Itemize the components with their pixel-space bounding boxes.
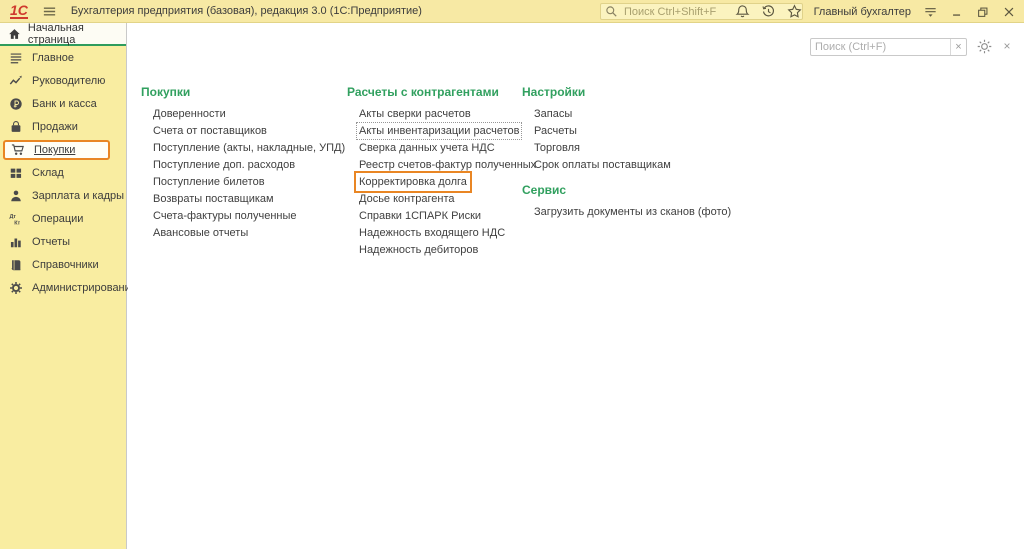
titlebar-right-group: Главный бухгалтер — [734, 0, 1017, 23]
menu-item-nadezhnost-vhodyashchego-nds[interactable]: Надежность входящего НДС — [359, 227, 505, 239]
app-title: Бухгалтерия предприятия (базовая), редак… — [71, 5, 422, 17]
sidebar-item-label: Отчеты — [32, 236, 70, 248]
sidebar-item-bank-i-kassa[interactable]: Банк и касса — [0, 92, 126, 115]
menu-item-akty-sverki-raschetov[interactable]: Акты сверки расчетов — [359, 108, 471, 120]
bell-icon — [735, 4, 750, 19]
sidebar-item-sklad[interactable]: Склад — [0, 161, 126, 184]
sidebar-item-prodazhi[interactable]: Продажи — [0, 115, 126, 138]
sidebar-item-label: Начальная страница — [28, 22, 126, 46]
section-header-pokupki[interactable]: Покупки — [141, 85, 345, 99]
section-raschety-s-kontragentami: Расчеты с контрагентами Акты сверки расч… — [347, 85, 536, 261]
search-icon — [605, 5, 618, 18]
sidebar-nav-list: Главное Руководителю Банк и касса Продаж… — [0, 46, 126, 299]
menu-item-zagruzit-dokumenty-iz-skanov[interactable]: Загрузить документы из сканов (фото) — [534, 206, 731, 218]
section-header-servis[interactable]: Сервис — [522, 183, 731, 197]
sidebar-item-rukovoditelyu[interactable]: Руководителю — [0, 69, 126, 92]
menu-item-postuplenie-akty-nakladnye[interactable]: Поступление (акты, накладные, УПД) — [153, 142, 345, 154]
menu-item-scheta-ot-postavshchikov[interactable]: Счета от поставщиков — [153, 125, 267, 137]
sidebar-item-label: Банк и касса — [32, 98, 97, 110]
sidebar-item-label: Операции — [32, 213, 83, 225]
close-icon — [1002, 5, 1016, 19]
menu-item-raschety[interactable]: Расчеты — [534, 125, 577, 137]
sidebar-item-label: Зарплата и кадры — [32, 190, 124, 202]
titlebar: 1С Бухгалтерия предприятия (базовая), ре… — [0, 0, 1024, 23]
star-icon — [787, 4, 802, 19]
dt-kt-icon: ДтКт — [8, 211, 24, 227]
sidebar-item-administrirovanie[interactable]: Администрирование — [0, 276, 126, 299]
close-button[interactable] — [1000, 3, 1017, 20]
menu-item-akty-inventarizacii-raschetov[interactable]: Акты инвентаризации расчетов — [359, 125, 519, 137]
menu-item-reestr-schetov-faktur[interactable]: Реестр счетов-фактур полученных — [359, 159, 536, 171]
minimize-icon — [950, 5, 964, 19]
functions-menu-button[interactable] — [922, 3, 939, 20]
panel-settings-button[interactable] — [976, 38, 994, 56]
menu-item-sverka-dannyh-ucheta-nds[interactable]: Сверка данных учета НДС — [359, 142, 495, 154]
hamburger-icon — [42, 4, 57, 19]
menu-item-scheta-faktury-poluchennye[interactable]: Счета-фактуры полученные — [153, 210, 297, 222]
menu-item-zapasy[interactable]: Запасы — [534, 108, 572, 120]
home-icon — [8, 27, 21, 41]
menu-item-nadezhnost-debitorov[interactable]: Надежность дебиторов — [359, 244, 478, 256]
sidebar-item-pokupki[interactable]: Покупки — [3, 140, 110, 160]
sidebar-item-spravochniki[interactable]: Справочники — [0, 253, 126, 276]
menu-item-torgovlya[interactable]: Торговля — [534, 142, 580, 154]
sidebar-item-otchety[interactable]: Отчеты — [0, 230, 126, 253]
main-menu-button[interactable] — [42, 3, 58, 19]
main-panel: × × Покупки Доверенности Счета от постав… — [128, 23, 1024, 549]
panel-search-box[interactable]: × — [810, 38, 967, 56]
history-icon — [761, 4, 776, 19]
menu-item-postuplenie-dop-rashodov[interactable]: Поступление доп. расходов — [153, 159, 295, 171]
sidebar-item-glavnoe[interactable]: Главное — [0, 46, 126, 69]
menu-item-korrektirovka-dolga[interactable]: Корректировка долга — [359, 176, 467, 188]
sidebar-item-label: Продажи — [32, 121, 78, 133]
sidebar-item-label: Склад — [32, 167, 64, 179]
menu-item-avansovye-otchety[interactable]: Авансовые отчеты — [153, 227, 248, 239]
sidebar-item-label: Покупки — [34, 144, 75, 156]
gear-outline-icon — [976, 38, 993, 55]
sidebar-item-label: Главное — [32, 52, 74, 64]
panel-close-icon[interactable]: × — [1000, 39, 1014, 53]
section-pokupki: Покупки Доверенности Счета от поставщико… — [141, 85, 345, 244]
sidebar-item-label: Администрирование — [32, 282, 137, 294]
menu-item-postuplenie-biletov[interactable]: Поступление билетов — [153, 176, 265, 188]
svg-text:Кт: Кт — [14, 220, 20, 225]
minimize-button[interactable] — [948, 3, 965, 20]
sidebar-item-home[interactable]: Начальная страница — [0, 23, 126, 46]
person-icon — [8, 188, 24, 204]
menu-item-srok-oplaty-postavshchikam[interactable]: Срок оплаты поставщикам — [534, 159, 671, 171]
section-header-nastroyki[interactable]: Настройки — [522, 85, 731, 99]
book-icon — [8, 257, 24, 273]
sidebar-item-label: Справочники — [32, 259, 99, 271]
1c-logo: 1С — [10, 4, 28, 19]
restore-button[interactable] — [974, 3, 991, 20]
notifications-button[interactable] — [734, 3, 751, 20]
cart-icon — [10, 142, 26, 158]
favorites-button[interactable] — [786, 3, 803, 20]
restore-icon — [976, 5, 990, 19]
user-role-label[interactable]: Главный бухгалтер — [814, 6, 911, 18]
menu-item-doverennosti[interactable]: Доверенности — [153, 108, 226, 120]
sidebar-item-operacii[interactable]: ДтКт Операции — [0, 207, 126, 230]
menu-lines-icon — [8, 50, 24, 66]
menu-item-dosje-kontragenta[interactable]: Досье контрагента — [359, 193, 455, 205]
section-nastroyki-servis: Настройки Запасы Расчеты Торговля Срок о… — [522, 85, 731, 223]
clear-search-icon[interactable]: × — [950, 39, 966, 55]
section-header-raschety[interactable]: Расчеты с контрагентами — [347, 85, 536, 99]
svg-text:Дт: Дт — [9, 214, 16, 220]
ruble-coin-icon — [8, 96, 24, 112]
panel-menu-icon — [923, 4, 938, 19]
sidebar-item-zarplata-i-kadry[interactable]: Зарплата и кадры — [0, 184, 126, 207]
bag-icon — [8, 119, 24, 135]
menu-item-vozvraty-postavshchikam[interactable]: Возвраты поставщикам — [153, 193, 274, 205]
history-button[interactable] — [760, 3, 777, 20]
grid-icon — [8, 165, 24, 181]
panel-search-input[interactable] — [811, 39, 950, 55]
gear-icon — [8, 280, 24, 296]
sidebar-item-label: Руководителю — [32, 75, 105, 87]
menu-item-spravki-1spark-riski[interactable]: Справки 1СПАРК Риски — [359, 210, 481, 222]
sidebar: Начальная страница Главное Руководителю … — [0, 23, 127, 549]
trend-chart-icon — [8, 73, 24, 89]
bar-chart-icon — [8, 234, 24, 250]
